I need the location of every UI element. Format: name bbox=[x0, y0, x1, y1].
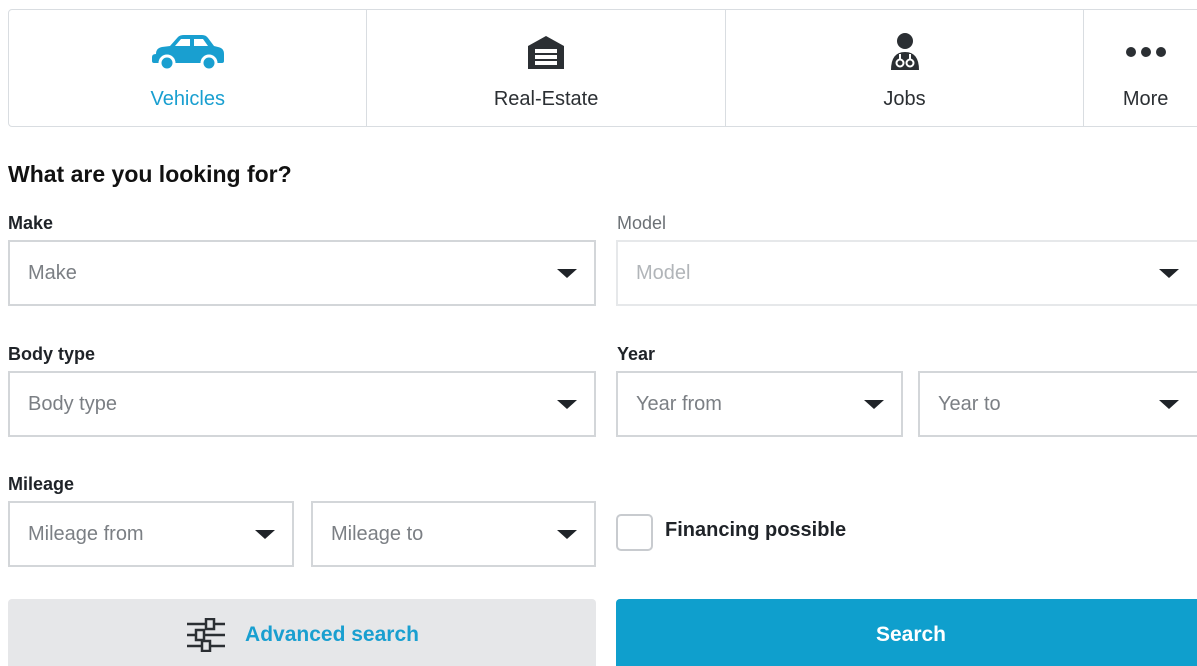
chevron-down-icon bbox=[557, 400, 577, 409]
garage-icon bbox=[526, 29, 566, 75]
tab-vehicles[interactable]: Vehicles bbox=[9, 10, 368, 126]
chevron-down-icon bbox=[557, 530, 577, 539]
body-type-placeholder: Body type bbox=[28, 392, 117, 415]
year-from-placeholder: Year from bbox=[636, 392, 722, 415]
chevron-down-icon bbox=[557, 269, 577, 278]
body-type-label: Body type bbox=[8, 344, 96, 364]
chevron-down-icon bbox=[864, 400, 884, 409]
advanced-search-label: Advanced search bbox=[245, 623, 419, 646]
make-placeholder: Make bbox=[28, 261, 77, 284]
model-label: Model bbox=[617, 213, 667, 233]
tab-more[interactable]: More bbox=[1084, 10, 1197, 126]
mileage-from-placeholder: Mileage from bbox=[28, 522, 144, 545]
model-select: Model bbox=[616, 240, 1197, 306]
advanced-search-button[interactable]: Advanced search bbox=[8, 599, 596, 666]
tab-label: Real-Estate bbox=[493, 88, 599, 110]
tab-label: Vehicles bbox=[150, 88, 225, 110]
doctor-icon bbox=[889, 29, 921, 75]
sliders-icon bbox=[185, 618, 227, 652]
chevron-down-icon bbox=[1159, 269, 1179, 278]
search-label: Search bbox=[875, 623, 947, 646]
page-title: What are you looking for? bbox=[8, 161, 292, 187]
car-icon bbox=[150, 29, 226, 75]
chevron-down-icon bbox=[255, 530, 275, 539]
model-placeholder: Model bbox=[636, 261, 691, 284]
mileage-to-placeholder: Mileage to bbox=[331, 522, 424, 545]
financing-checkbox[interactable] bbox=[616, 514, 653, 551]
body-type-select[interactable]: Body type bbox=[8, 371, 596, 437]
tab-label: Jobs bbox=[883, 88, 926, 110]
tab-jobs[interactable]: Jobs bbox=[726, 10, 1085, 126]
search-button[interactable]: Search bbox=[616, 599, 1197, 666]
year-from-select[interactable]: Year from bbox=[616, 371, 903, 437]
mileage-from-select[interactable]: Mileage from bbox=[8, 501, 294, 567]
more-dots-icon bbox=[1125, 29, 1167, 75]
tab-real-estate[interactable]: Real-Estate bbox=[367, 10, 726, 126]
mileage-to-select[interactable]: Mileage to bbox=[311, 501, 596, 567]
mileage-label: Mileage bbox=[8, 474, 75, 494]
make-label: Make bbox=[8, 213, 54, 233]
category-tabs: Vehicles Real-Estate Jobs More bbox=[8, 9, 1197, 127]
year-to-select[interactable]: Year to bbox=[918, 371, 1197, 437]
tab-label: More bbox=[1122, 88, 1169, 110]
make-select[interactable]: Make bbox=[8, 240, 596, 306]
year-to-placeholder: Year to bbox=[938, 392, 1001, 415]
year-label: Year bbox=[617, 344, 656, 364]
financing-label[interactable]: Financing possible bbox=[665, 519, 846, 542]
chevron-down-icon bbox=[1159, 400, 1179, 409]
